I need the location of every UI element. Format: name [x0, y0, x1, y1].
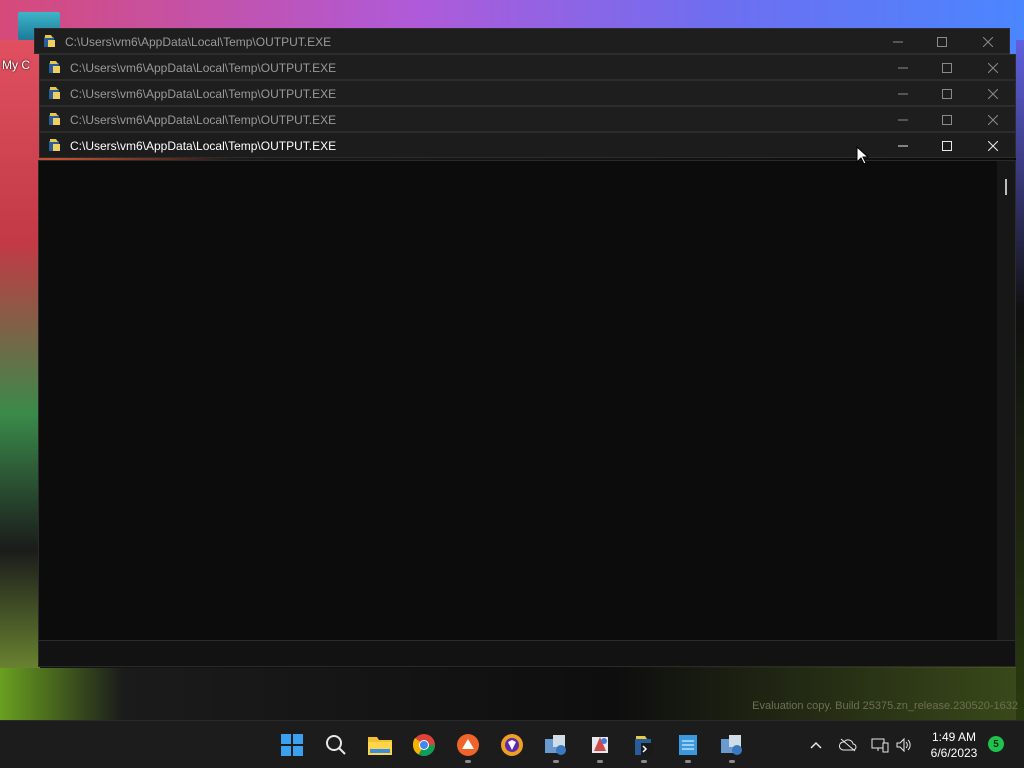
running-indicator: [685, 760, 691, 763]
maximize-button[interactable]: [924, 133, 970, 159]
minimize-button[interactable]: [880, 107, 926, 133]
maximize-button[interactable]: [924, 107, 970, 133]
app-icon: [49, 61, 60, 73]
maximize-button[interactable]: [924, 55, 970, 81]
show-hidden-icons-chevron-icon[interactable]: [804, 721, 828, 768]
wallpaper-bottom: [0, 668, 1024, 720]
taskbar: 1:49 AM 6/6/2023: [0, 720, 1024, 768]
app-icon: [49, 87, 60, 99]
app-paint-icon[interactable]: [580, 725, 620, 765]
system-clock[interactable]: 1:49 AM 6/6/2023: [922, 729, 986, 761]
cloud-offline-icon[interactable]: [836, 721, 860, 768]
window-title: C:\Users\vm6\AppData\Local\Temp\OUTPUT.E…: [70, 139, 337, 153]
desktop-shortcut-label[interactable]: My C: [2, 58, 30, 72]
network-icon[interactable]: [868, 721, 892, 768]
window-title: C:\Users\vm6\AppData\Local\Temp\OUTPUT.E…: [70, 87, 337, 101]
notepad-icon[interactable]: [668, 725, 708, 765]
window-title: C:\Users\vm6\AppData\Local\Temp\OUTPUT.E…: [70, 113, 337, 127]
vertical-scrollbar[interactable]: [997, 161, 1015, 641]
close-button[interactable]: [970, 55, 1016, 81]
running-indicator: [729, 760, 735, 763]
running-indicator: [553, 760, 559, 763]
running-indicator: [465, 760, 471, 763]
minimize-button[interactable]: [880, 133, 926, 159]
mouse-cursor-icon: [856, 146, 870, 165]
start-icon[interactable]: [272, 725, 312, 765]
app-shield-icon[interactable]: [492, 725, 532, 765]
file-explorer-icon[interactable]: [360, 725, 400, 765]
notification-badge[interactable]: 5: [988, 736, 1004, 752]
window-titlebar-4[interactable]: C:\Users\vm6\AppData\Local\Temp\OUTPUT.E…: [39, 106, 1016, 132]
close-button[interactable]: [965, 29, 1011, 55]
close-button[interactable]: [970, 133, 1016, 159]
window-titlebar-1[interactable]: C:\Users\vm6\AppData\Local\Temp\OUTPUT.E…: [34, 28, 1010, 54]
running-indicator: [641, 760, 647, 763]
wallpaper-right: [1016, 40, 1024, 720]
maximize-button[interactable]: [924, 81, 970, 107]
close-button[interactable]: [970, 81, 1016, 107]
app-icon: [44, 35, 55, 47]
app-orange-icon[interactable]: [448, 725, 488, 765]
running-indicator: [597, 760, 603, 763]
window-titlebar-3[interactable]: C:\Users\vm6\AppData\Local\Temp\OUTPUT.E…: [39, 80, 1016, 106]
minimize-button[interactable]: [880, 81, 926, 107]
minimize-button[interactable]: [875, 29, 921, 55]
console-output-area[interactable]: [38, 160, 1016, 667]
close-button[interactable]: [970, 107, 1016, 133]
volume-icon[interactable]: [892, 721, 916, 768]
search-icon[interactable]: [316, 725, 356, 765]
clock-date: 6/6/2023: [930, 746, 978, 760]
window-titlebar-2[interactable]: C:\Users\vm6\AppData\Local\Temp\OUTPUT.E…: [39, 54, 1016, 80]
app-console-icon[interactable]: [624, 725, 664, 765]
wallpaper-left: [0, 40, 40, 720]
chrome-icon[interactable]: [404, 725, 444, 765]
scrollbar-thumb[interactable]: [1005, 179, 1007, 195]
clock-time: 1:49 AM: [931, 730, 977, 744]
app-icon: [49, 139, 60, 151]
window-title: C:\Users\vm6\AppData\Local\Temp\OUTPUT.E…: [70, 61, 337, 75]
build-watermark: Evaluation copy. Build 25375.zn_release.…: [752, 700, 1018, 712]
minimize-button[interactable]: [880, 55, 926, 81]
maximize-button[interactable]: [919, 29, 965, 55]
app-icon: [49, 113, 60, 125]
console-bottom-strip: [39, 640, 1015, 666]
window-title: C:\Users\vm6\AppData\Local\Temp\OUTPUT.E…: [65, 35, 332, 49]
app-setup2-icon[interactable]: [712, 725, 752, 765]
app-setup-icon[interactable]: [536, 725, 576, 765]
